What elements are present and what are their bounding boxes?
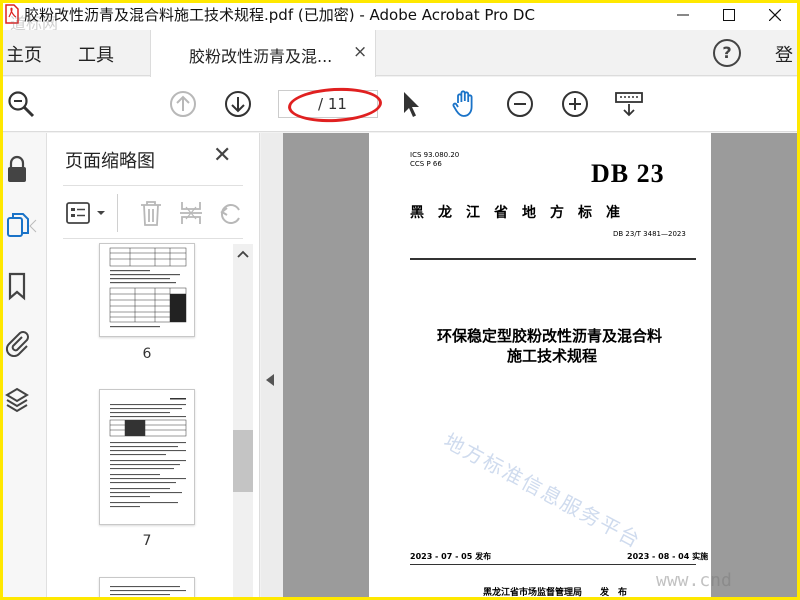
main-toolbar: / 11 — [0, 77, 800, 132]
implement-date: 2023 - 08 - 04 实施 — [627, 552, 709, 561]
page-thumbnail-6[interactable] — [99, 243, 195, 337]
layers-icon[interactable] — [4, 385, 30, 415]
db-logo: DB 23 — [591, 159, 665, 188]
next-page-icon[interactable] — [223, 89, 253, 119]
site-watermark: www.cnd — [656, 570, 732, 591]
page-thumbnail-label: 6 — [142, 346, 152, 362]
scroll-up-icon[interactable] — [233, 244, 253, 264]
tab-bar: 主页 工具 胶粉改性沥青及混... × ? 登 — [0, 30, 800, 77]
page-display-icon[interactable] — [614, 89, 644, 119]
minimize-button[interactable] — [660, 0, 706, 30]
toolbar-divider — [117, 194, 118, 232]
window-title: 胶粉改性沥青及混合料施工技术规程.pdf (已加密) - Adobe Acrob… — [24, 6, 535, 24]
select-cursor-icon[interactable] — [396, 89, 426, 119]
thumbnail-panel-title: 页面缩略图 — [65, 151, 155, 172]
release-date: 2023 - 07 - 05 发布 — [410, 552, 492, 561]
document-tab[interactable]: 胶粉改性沥青及混... × — [150, 30, 376, 77]
help-icon[interactable]: ? — [713, 39, 741, 67]
pdf-page: ICS 93.080.20 CCS P 66 DB 23 黑 龙 江 省 地 方… — [369, 133, 711, 600]
left-navigation-rail — [0, 133, 47, 600]
ccs-code: CCS P 66 — [410, 160, 442, 168]
tools-tab[interactable]: 工具 — [78, 41, 114, 67]
collapse-panel-icon[interactable] — [266, 374, 274, 386]
thumbnail-toolbar — [63, 185, 243, 239]
hand-tool-icon[interactable] — [450, 89, 480, 119]
page-thumbnails-icon[interactable] — [4, 211, 37, 241]
maximize-button[interactable] — [706, 0, 752, 30]
panel-collapse-strip[interactable] — [261, 133, 283, 600]
page-thumbnail-7[interactable] — [99, 389, 195, 525]
extract-pages-icon[interactable] — [177, 198, 205, 228]
home-tab[interactable]: 主页 — [6, 41, 42, 67]
page-thumbnail-label: 7 — [142, 533, 152, 549]
title-bar: 胶粉改性沥青及混合料施工技术规程.pdf (已加密) - Adobe Acrob… — [0, 0, 800, 33]
login-button[interactable]: 登 — [775, 41, 793, 67]
document-viewer[interactable]: ICS 93.080.20 CCS P 66 DB 23 黑 龙 江 省 地 方… — [283, 133, 800, 600]
close-tab-icon[interactable]: × — [353, 42, 367, 62]
thumbnail-scrollbar-thumb[interactable] — [233, 430, 253, 492]
zoom-in-icon[interactable] — [560, 89, 590, 119]
rotate-icon[interactable] — [217, 198, 245, 228]
footer-rule — [410, 564, 696, 565]
zoom-out-icon[interactable] — [505, 89, 535, 119]
delete-icon[interactable] — [137, 198, 165, 228]
issuer: 黑龙江省市场监督管理局 发 布 — [483, 588, 628, 598]
document-title-line2: 施工技术规程 — [507, 347, 598, 365]
document-tab-label: 胶粉改性沥青及混... — [189, 47, 333, 66]
thumbnail-options-icon[interactable] — [65, 200, 109, 226]
thumbnail-scrollbar[interactable] — [233, 244, 253, 600]
platform-watermark: 地方标准信息服务平台 — [439, 428, 646, 554]
standard-type: 黑 龙 江 省 地 方 标 准 — [410, 205, 620, 221]
page-thumbnail-8[interactable] — [99, 577, 195, 600]
lock-icon[interactable] — [4, 155, 30, 185]
close-window-button[interactable] — [752, 0, 798, 30]
ics-code: ICS 93.080.20 — [410, 151, 460, 159]
attachment-icon[interactable] — [4, 327, 30, 358]
close-panel-icon[interactable]: ✕ — [213, 143, 231, 168]
standard-number: DB 23/T 3481—2023 — [613, 230, 686, 238]
bookmark-icon[interactable] — [4, 271, 30, 301]
document-title-line1: 环保稳定型胶粉改性沥青及混合料 — [437, 327, 663, 345]
zoom-search-icon[interactable] — [6, 89, 36, 119]
thumbnail-panel: 页面缩略图 ✕ 6 7 — [47, 133, 260, 600]
header-rule — [410, 258, 696, 260]
previous-page-icon[interactable] — [168, 89, 198, 119]
